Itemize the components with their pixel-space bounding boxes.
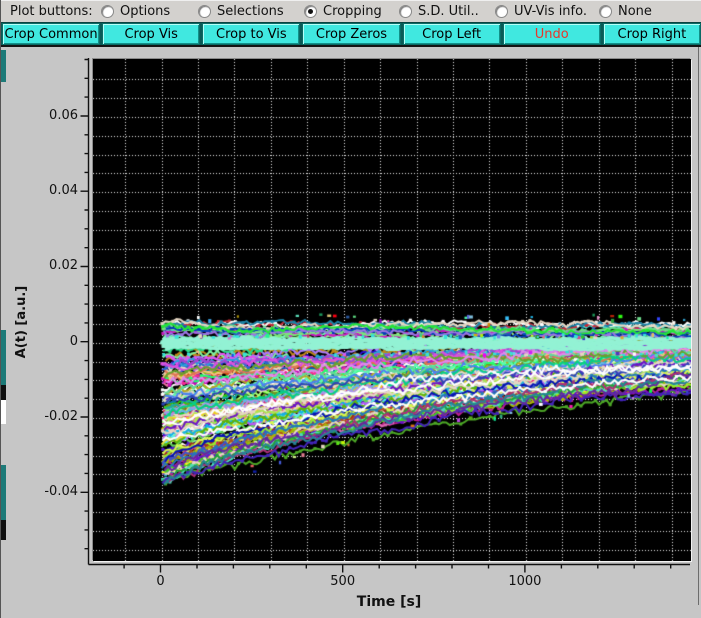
radio-label: Options xyxy=(120,4,171,19)
left-edge-strip-segment xyxy=(1,465,6,520)
crop-toolbar: Crop Common Crop Vis Crop to Vis Crop Ze… xyxy=(1,22,701,47)
x-tick-label: 0 xyxy=(156,574,165,589)
radio-label: Selections xyxy=(217,4,284,19)
kinetics-plot-canvas[interactable] xyxy=(93,59,691,561)
y-tick-label: 0.06 xyxy=(49,107,78,123)
radio-label: None xyxy=(618,4,652,19)
x-tick-label: 500 xyxy=(330,574,356,589)
radio-button-icon[interactable] xyxy=(495,5,508,18)
x-tick-label: 1000 xyxy=(508,574,542,589)
left-edge-strip-segment xyxy=(1,520,6,540)
frame-border-line xyxy=(698,47,699,605)
radio-button-icon[interactable] xyxy=(599,5,612,18)
radio-label: Cropping xyxy=(323,4,382,19)
y-tick-label: 0.02 xyxy=(49,258,78,274)
y-tick-label: -0.02 xyxy=(44,409,78,424)
left-edge-strip-segment xyxy=(1,385,6,400)
y-axis-title: A(t) [a.u.] xyxy=(14,285,29,359)
crop-to-vis-button[interactable]: Crop to Vis xyxy=(202,23,301,45)
crop-vis-button[interactable]: Crop Vis xyxy=(102,23,201,45)
plot-area[interactable] xyxy=(92,58,691,561)
y-tick-label: 0.04 xyxy=(49,183,78,199)
radio-label: UV-Vis info. xyxy=(514,4,587,19)
left-edge-strip-segment xyxy=(1,50,6,82)
radio-label: S.D. Util.. xyxy=(418,4,479,19)
radio-button-icon[interactable] xyxy=(101,5,114,18)
plot-buttons-bar: Plot buttons: Options Selections Croppin… xyxy=(1,0,701,22)
radio-button-icon[interactable] xyxy=(304,5,317,18)
radio-button-icon[interactable] xyxy=(198,5,211,18)
crop-right-button[interactable]: Crop Right xyxy=(602,23,701,45)
y-tick-label: -0.04 xyxy=(44,484,78,500)
radio-button-icon[interactable] xyxy=(399,5,412,18)
undo-button[interactable]: Undo xyxy=(502,23,601,45)
left-edge-strip-segment xyxy=(1,400,6,424)
crop-left-button[interactable]: Crop Left xyxy=(402,23,501,45)
left-edge-strip-segment xyxy=(1,330,6,385)
x-axis-title: Time [s] xyxy=(356,594,422,610)
crop-common-button[interactable]: Crop Common xyxy=(2,23,101,45)
plot-buttons-label: Plot buttons: xyxy=(10,4,93,19)
app-window: Plot buttons: Options Selections Croppin… xyxy=(0,0,701,618)
y-tick-label: 0 xyxy=(69,333,78,349)
crop-zeros-button[interactable]: Crop Zeros xyxy=(302,23,401,45)
plot-region: 0.06 0.04 0.02 0 -0.02 -0.04 0 500 1000 Time [s]… xyxy=(1,47,701,618)
